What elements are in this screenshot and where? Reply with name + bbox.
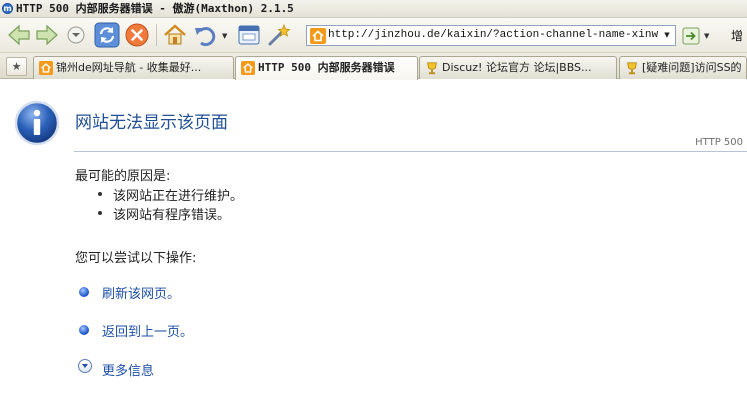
more-info-link[interactable]: 更多信息 (102, 360, 154, 379)
tab-discuz-forum[interactable]: Discuz! 论坛官方 论坛|BBS... (419, 56, 617, 79)
stop-icon (125, 23, 149, 47)
undo-dropdown-arrow[interactable]: ▼ (222, 32, 227, 40)
tab-label: 锦州de网址导航 - 收集最好... (56, 61, 202, 74)
address-dropdown-button[interactable]: ▼ (659, 26, 675, 45)
bullet-icon (79, 287, 89, 297)
go-button[interactable] (682, 27, 700, 45)
page-title: 网站无法显示该页面 (75, 113, 228, 133)
forward-arrow-icon (36, 24, 58, 46)
home-page-favicon-icon (39, 61, 53, 75)
tab-jinzhou-nav[interactable]: 锦州de网址导航 - 收集最好... (33, 56, 234, 79)
tab-bar: ★ 锦州de网址导航 - 收集最好... HTTP 500 内部服务器错误 Di… (0, 53, 747, 80)
forward-button[interactable] (34, 22, 60, 48)
http-status-code: HTTP 500 (695, 137, 743, 148)
go-dropdown-arrow[interactable]: ▼ (704, 32, 709, 40)
window-title: HTTP 500 内部服务器错误 - 傲游(Maxthon) 2.1.5 (16, 2, 294, 15)
reason-item: 该网站有程序错误。 (98, 204, 230, 223)
tab-label: [疑难问题]访问SS的 (642, 61, 742, 74)
try-heading: 您可以尝试以下操作: (75, 251, 197, 266)
home-page-favicon-icon (241, 61, 255, 75)
trophy-icon (427, 62, 437, 75)
favorites-star-button[interactable]: ★ (6, 57, 27, 76)
reason-item: 该网站正在进行维护。 (98, 185, 243, 204)
url-input[interactable] (328, 26, 658, 45)
maxthon-app-icon[interactable]: m (2, 3, 13, 14)
go-arrow-icon (682, 27, 700, 45)
undo-icon (195, 27, 216, 47)
home-icon (164, 24, 186, 45)
tab-label: HTTP 500 内部服务器错误 (258, 61, 395, 74)
navigation-toolbar: ▼ ▼ ▼ 增 (0, 18, 747, 53)
undo-close-button[interactable] (192, 22, 218, 48)
reason-text: 该网站正在进行维护。 (113, 189, 244, 204)
magic-wand-icon (268, 23, 291, 46)
window-titlebar: m HTTP 500 内部服务器错误 - 傲游(Maxthon) 2.1.5 (0, 0, 747, 18)
stop-button[interactable] (124, 22, 150, 48)
tab-label: Discuz! 论坛官方 论坛|BBS... (442, 61, 592, 74)
magic-wand-button[interactable] (266, 22, 292, 48)
tab-http-500[interactable]: HTTP 500 内部服务器错误 (235, 56, 418, 80)
go-back-link[interactable]: 返回到上一页。 (102, 321, 193, 340)
reason-text: 该网站有程序错误。 (113, 208, 231, 223)
refresh-icon (94, 22, 120, 48)
home-page-favicon-icon (310, 28, 326, 44)
refresh-page-link[interactable]: 刷新该网页。 (102, 283, 180, 302)
history-dropdown-button[interactable] (66, 25, 86, 45)
new-window-button[interactable] (236, 22, 262, 48)
trophy-icon (627, 62, 637, 75)
home-button[interactable] (162, 22, 188, 48)
back-arrow-icon (8, 24, 30, 46)
error-page: 网站无法显示该页面 HTTP 500 最可能的原因是: 该网站正在进行维护。 该… (0, 80, 747, 399)
expand-more-info-button[interactable] (78, 359, 92, 373)
refresh-button[interactable] (94, 22, 120, 48)
bullet-icon (79, 325, 89, 335)
address-bar[interactable]: ▼ (306, 25, 676, 46)
chevron-down-circle-icon (67, 26, 85, 44)
window-icon (238, 25, 260, 45)
toolbar-separator (156, 24, 157, 46)
info-icon (14, 100, 60, 146)
star-icon: ★ (11, 60, 22, 73)
toolbar-overflow-label[interactable]: 增 (731, 27, 743, 44)
title-divider (74, 151, 747, 152)
reasons-heading: 最可能的原因是: (75, 169, 171, 184)
tab-question-ss[interactable]: [疑难问题]访问SS的 (619, 56, 747, 79)
back-button[interactable] (6, 22, 32, 48)
